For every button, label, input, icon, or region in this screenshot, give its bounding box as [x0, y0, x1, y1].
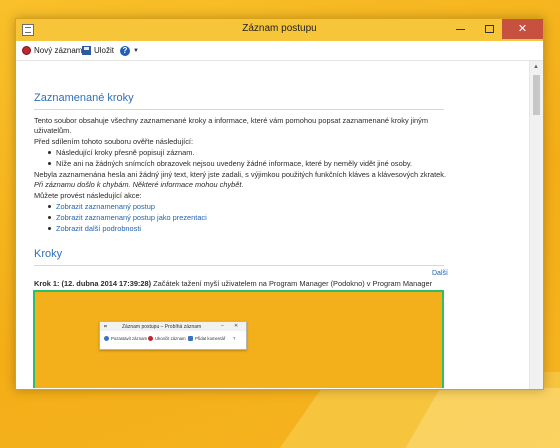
screenshot-comment-button: Přidat komentář [188, 336, 225, 341]
app-icon: ⌗ [104, 324, 107, 330]
toolbar: Nový záznam Uložit ? ▼ [16, 41, 543, 61]
step-text: Začátek tažení myší uživatelem na Progra… [151, 279, 433, 288]
screenshot-toolbar: Pozastavit záznam Ukončit záznam Přidat … [100, 333, 246, 345]
section-divider [34, 109, 444, 110]
maximize-icon [485, 25, 494, 34]
help-button[interactable]: ? ▼ [120, 44, 139, 57]
record-icon [22, 46, 31, 55]
errors-note: Při záznamu došlo k chybám. Některé info… [34, 180, 244, 189]
steps-recorder-window: Záznam postupu ✕ Nový záznam Uložit ? ▼ … [15, 18, 544, 390]
screenshot-help: ? [233, 336, 235, 341]
close-icon: ✕ [517, 23, 528, 35]
minimize-icon: – [221, 323, 224, 329]
link-view-steps[interactable]: Zobrazit zaznamenaný postup [47, 202, 155, 211]
no-password-text: Nebyla zaznamenána hesla ani žádný jiný … [34, 170, 447, 179]
pause-label: Pozastavit záznam [111, 336, 148, 341]
intro-text: Tento soubor obsahuje všechny zaznamenan… [34, 116, 428, 125]
actions-intro: Můžete provést následující akce: [34, 191, 142, 200]
minimize-button[interactable] [447, 19, 474, 39]
comment-icon [188, 336, 193, 341]
document-view[interactable]: Zaznamenané kroky Tento soubor obsahuje … [16, 61, 529, 388]
step-description: Krok 1: (12. dubna 2014 17:39:28) Začáte… [34, 279, 432, 288]
save-label: Uložit [94, 46, 115, 55]
link-more-details[interactable]: Zobrazit další podrobnosti [47, 224, 141, 233]
maximize-button[interactable] [476, 19, 503, 39]
pause-icon [104, 336, 109, 341]
help-icon: ? [120, 45, 130, 56]
section-title-recorded-steps: Zaznamenané kroky [34, 92, 134, 104]
section-divider [34, 265, 444, 266]
check-bullet: Následující kroky přesně popisují záznam… [47, 148, 195, 157]
stop-icon [148, 336, 153, 341]
chevron-down-icon: ▼ [133, 47, 139, 54]
floppy-disk-icon [82, 46, 91, 55]
before-share-text: Před sdílením tohoto souboru ověřte násl… [34, 137, 193, 146]
section-title-steps: Kroky [34, 248, 63, 260]
new-record-button[interactable]: Nový záznam [22, 44, 82, 57]
save-button[interactable]: Uložit [82, 44, 114, 57]
screenshot-pause-button: Pozastavit záznam [104, 336, 147, 341]
new-record-label: Nový záznam [34, 46, 83, 55]
screenshot-title: Záznam postupu – Probíhá záznam [122, 324, 202, 330]
step-screenshot: ⌗ Záznam postupu – Probíhá záznam – ✕ Po… [33, 290, 444, 388]
title-bar[interactable]: Záznam postupu ✕ [16, 19, 543, 41]
help-icon: ? [233, 336, 236, 341]
check-bullet: Níže ani na žádných snímcích obrazovek n… [47, 159, 413, 168]
screenshot-recorder-window: ⌗ Záznam postupu – Probíhá záznam – ✕ Po… [99, 321, 247, 350]
vertical-scrollbar[interactable]: ▲ [529, 61, 543, 389]
comment-label: Přidat komentář [195, 336, 226, 341]
next-step-link[interactable]: Další [432, 270, 448, 277]
link-view-slideshow[interactable]: Zobrazit zaznamenaný postup jako prezent… [48, 213, 207, 222]
close-button[interactable]: ✕ [502, 19, 543, 39]
step-label: Krok 1: (12. dubna 2014 17:39:28) [34, 279, 152, 288]
close-icon: ✕ [234, 323, 239, 329]
scroll-up-icon[interactable]: ▲ [533, 64, 539, 70]
minimize-icon [456, 28, 465, 30]
screenshot-stop-button: Ukončit záznam [148, 336, 186, 341]
scrollbar-thumb[interactable] [533, 75, 540, 115]
screenshot-title-bar: ⌗ Záznam postupu – Probíhá záznam – ✕ [100, 322, 246, 331]
intro-text-cont: uživatelům. [34, 126, 72, 135]
stop-label: Ukončit záznam [155, 336, 186, 341]
